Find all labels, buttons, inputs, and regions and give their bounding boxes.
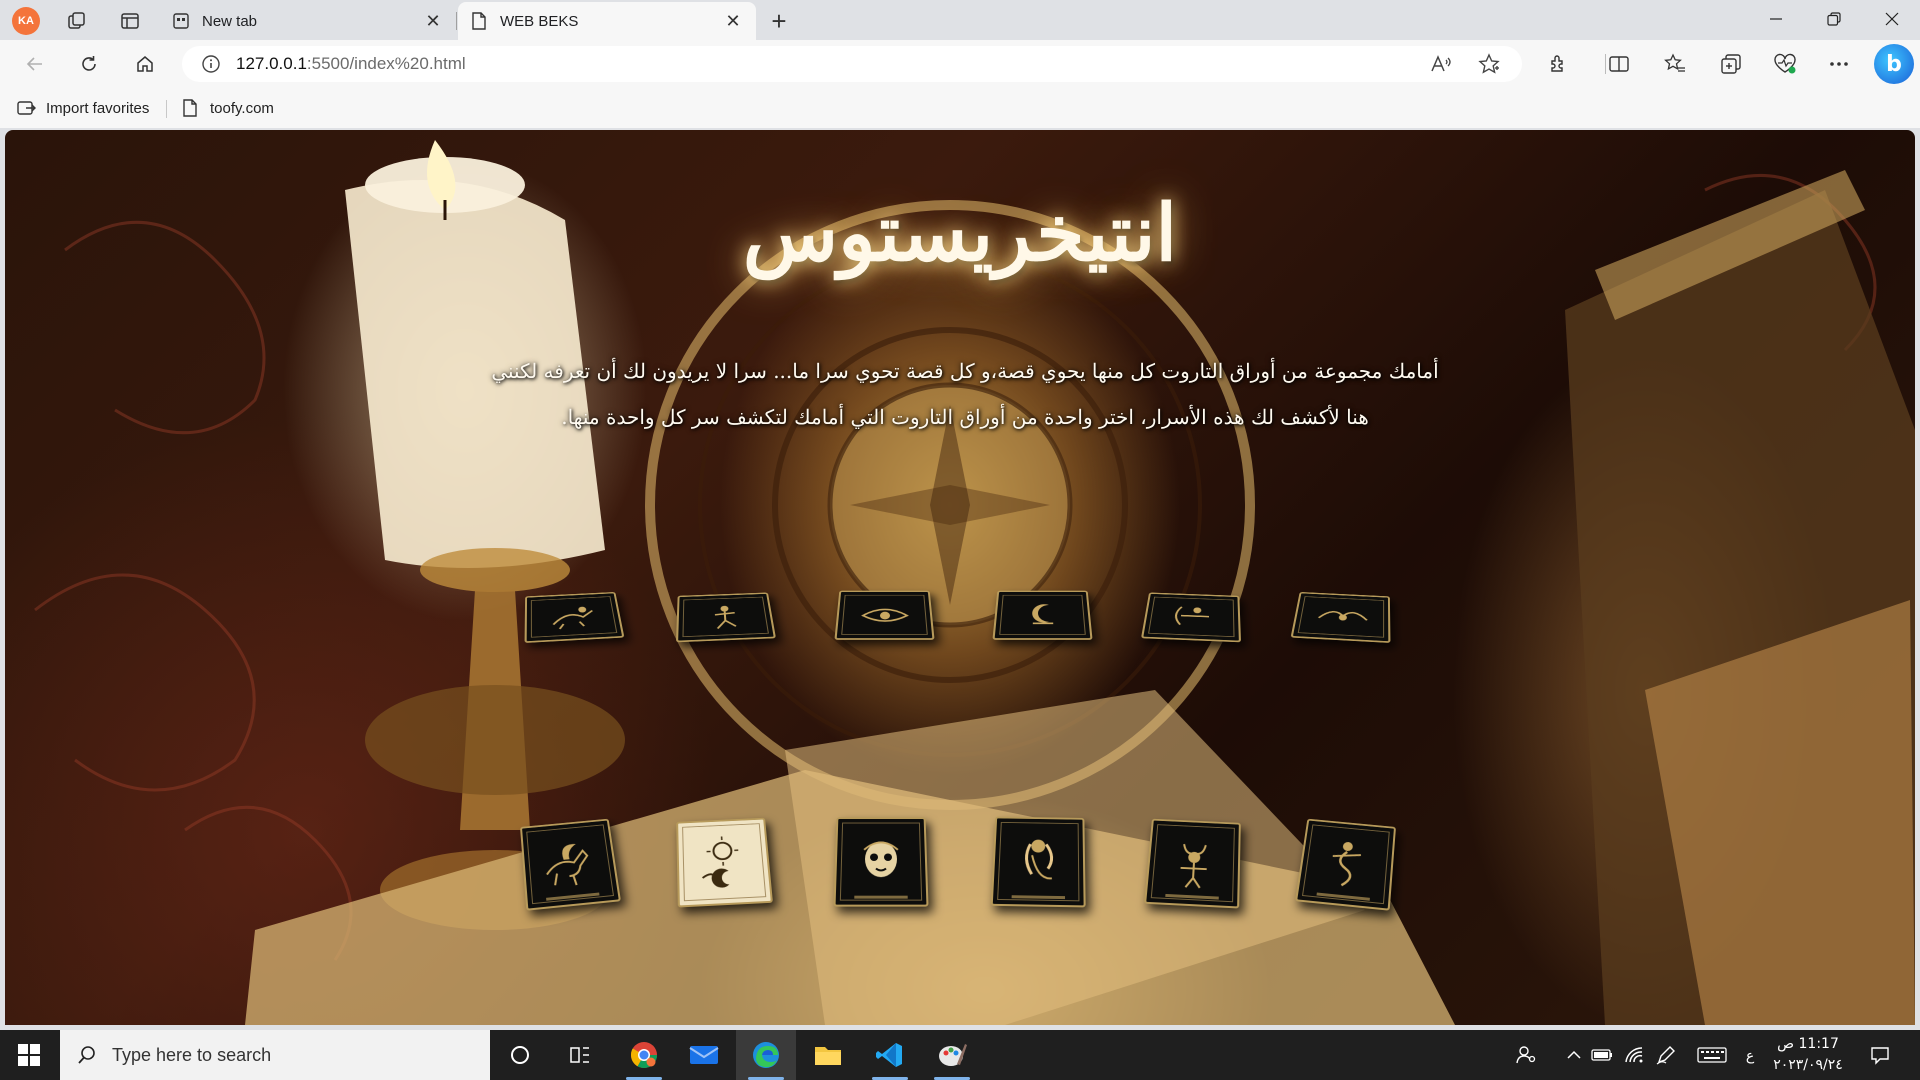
profile-avatar[interactable]: KA <box>12 7 40 35</box>
rider-figure-icon <box>542 602 604 632</box>
touch-keyboard-icon[interactable] <box>1696 1043 1728 1067</box>
taskbar-clock[interactable]: 11:17 ص ٢٠٢٣/٠٩/٢٤ <box>1768 1034 1848 1076</box>
back-arrow-icon[interactable] <box>20 49 50 79</box>
intro-paragraph: أمامك مجموعة من أوراق التاروت كل منها يح… <box>475 348 1455 440</box>
show-hidden-icons-chevron-icon[interactable] <box>1562 1043 1586 1067</box>
close-tab-icon[interactable]: ✕ <box>722 10 744 32</box>
tarot-card-top-6[interactable] <box>1290 591 1391 643</box>
file-explorer-icon[interactable] <box>798 1030 858 1080</box>
import-icon <box>16 98 36 118</box>
import-favorites-link[interactable]: Import favorites <box>16 97 149 119</box>
chrome-app-icon[interactable] <box>614 1030 674 1080</box>
collections-icon[interactable] <box>1716 49 1746 79</box>
archer-figure-icon <box>1161 602 1223 631</box>
favorite-toofy-label: toofy.com <box>210 99 274 117</box>
mail-app-icon[interactable] <box>674 1030 734 1080</box>
tarot-card-top-1[interactable] <box>524 591 625 643</box>
notifications-icon[interactable] <box>1868 1043 1892 1067</box>
intro-line-2: هنا لأكشف لك هذه الأسرار، اختر واحدة من … <box>561 405 1369 429</box>
clock-time: 11:17 ص <box>1777 1036 1839 1052</box>
tarot-card-bottom-6[interactable] <box>1294 818 1396 911</box>
copilot-icon[interactable]: b <box>1874 44 1914 84</box>
battery-icon[interactable] <box>1590 1043 1614 1067</box>
workspaces-icon[interactable] <box>64 8 90 34</box>
tab-web-beks[interactable]: WEB BEKS ✕ <box>458 2 756 40</box>
tarot-card-bottom-3[interactable] <box>833 817 929 907</box>
browser-essentials-heart-icon[interactable] <box>1770 49 1800 79</box>
task-view-icon[interactable] <box>550 1030 610 1080</box>
horned-figure-icon <box>1161 833 1226 893</box>
extensions-icon[interactable] <box>1544 49 1574 79</box>
tarot-card-bottom-1[interactable] <box>520 818 622 911</box>
serpent-figure-icon <box>1312 841 1380 894</box>
page-title: انتيخريستوس <box>742 188 1178 279</box>
refresh-icon[interactable] <box>74 49 104 79</box>
windows-taskbar: Type here to search ع 11:17 ص ٢٠٢٣/٠٩/٢٤ <box>0 1030 1920 1080</box>
favorite-star-icon[interactable] <box>1474 49 1504 79</box>
search-icon <box>76 1044 98 1066</box>
search-placeholder: Type here to search <box>112 1044 272 1065</box>
split-screen-icon[interactable] <box>1604 49 1634 79</box>
tarot-card-top-5[interactable] <box>1140 592 1242 643</box>
tab-title: WEB BEKS <box>500 12 579 30</box>
sun-moon-icon <box>691 832 756 889</box>
browser-toolbar: 127.0.0.1:5500/index%20.html b <box>0 40 1920 88</box>
paint-app-icon[interactable] <box>922 1030 982 1080</box>
page-document-icon <box>180 98 200 118</box>
tarot-card-top-2[interactable] <box>675 592 777 643</box>
wifi-icon[interactable] <box>1622 1043 1646 1067</box>
new-tab-page-icon <box>172 12 190 30</box>
intro-line-1: أمامك مجموعة من أوراق التاروت كل منها يح… <box>491 359 1439 383</box>
read-aloud-icon[interactable] <box>1426 49 1456 79</box>
restore-window-icon[interactable] <box>1806 0 1862 38</box>
page-viewport: انتيخريستوس أمامك مجموعة من أوراق التارو… <box>5 130 1915 1025</box>
favorites-list-icon[interactable] <box>1660 49 1690 79</box>
moon-figure-icon <box>1012 604 1074 629</box>
cortana-icon[interactable] <box>490 1030 550 1080</box>
clock-date: ٢٠٢٣/٠٩/٢٤ <box>1773 1057 1843 1073</box>
skull-mask-icon <box>849 831 912 877</box>
site-info-icon[interactable] <box>200 53 222 75</box>
edge-app-icon[interactable] <box>736 1030 796 1080</box>
close-window-icon[interactable] <box>1864 0 1920 38</box>
tarot-card-top-3[interactable] <box>834 590 935 640</box>
windows-start-icon[interactable] <box>0 1030 58 1080</box>
taskbar-search-box[interactable]: Type here to search <box>60 1030 490 1080</box>
import-favorites-label: Import favorites <box>46 99 150 117</box>
people-icon[interactable] <box>1514 1043 1538 1067</box>
page-document-icon <box>470 12 488 30</box>
more-options-icon[interactable] <box>1824 49 1854 79</box>
home-icon[interactable] <box>130 49 160 79</box>
address-bar[interactable]: 127.0.0.1:5500/index%20.html <box>182 46 1522 82</box>
url-path: :5500/index%20.html <box>306 54 466 73</box>
eye-temple-icon <box>854 601 916 629</box>
tarot-card-bottom-2[interactable] <box>676 817 773 908</box>
tab-new-tab[interactable]: New tab ✕ <box>160 2 456 40</box>
flying-figure-icon <box>1310 602 1372 632</box>
tab-divider <box>456 12 457 30</box>
tarot-card-top-4[interactable] <box>992 590 1093 640</box>
pen-icon[interactable] <box>1654 1043 1678 1067</box>
url-text[interactable]: 127.0.0.1:5500/index%20.html <box>236 54 1426 74</box>
tab-strip: KA New tab ✕ WEB BEKS ✕ + <box>0 0 1920 40</box>
favorite-toofy[interactable]: toofy.com <box>180 97 274 119</box>
vertical-tabs-icon[interactable] <box>117 8 143 34</box>
tarot-card-bottom-5[interactable] <box>1144 818 1241 909</box>
maiden-figure-icon <box>1007 831 1070 892</box>
input-language-indicator[interactable]: ع <box>1738 1043 1762 1067</box>
close-tab-icon[interactable]: ✕ <box>422 10 444 32</box>
tarot-card-bottom-4[interactable] <box>990 816 1086 908</box>
url-host: 127.0.0.1 <box>236 54 307 73</box>
tab-title: New tab <box>202 12 258 30</box>
new-tab-plus-icon[interactable]: + <box>764 6 794 36</box>
favorites-bar: Import favorites toofy.com <box>0 88 1920 128</box>
vscode-app-icon[interactable] <box>860 1030 920 1080</box>
favorites-divider <box>166 100 167 118</box>
pegasus-icon <box>536 843 604 894</box>
minimize-window-icon[interactable] <box>1748 0 1804 38</box>
dancer-figure-icon <box>694 602 756 631</box>
